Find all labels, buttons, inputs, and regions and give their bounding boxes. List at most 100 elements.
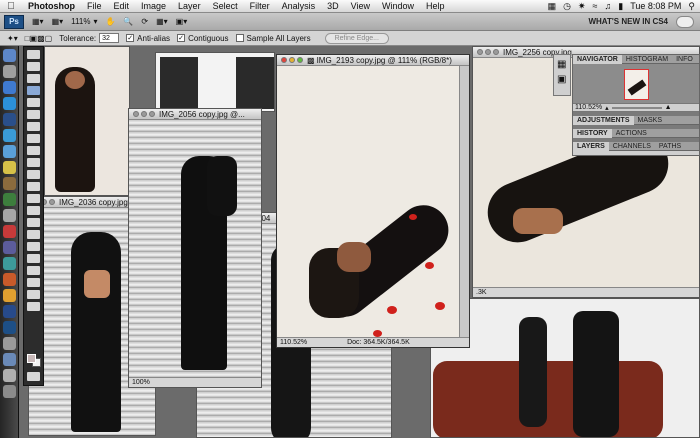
arrange-documents-icon[interactable]: ▦▾: [156, 17, 168, 26]
vertical-scrollbar[interactable]: [459, 66, 469, 337]
app-icon-gray[interactable]: [3, 337, 16, 350]
menu-window[interactable]: Window: [376, 1, 420, 11]
zoom-tool-icon[interactable]: 🔍: [123, 17, 133, 26]
menu-filter[interactable]: Filter: [244, 1, 276, 11]
zoom-out-icon[interactable]: ▴: [605, 104, 609, 112]
spotlight-icon[interactable]: ⚲: [688, 1, 695, 12]
type-tool-icon[interactable]: [27, 230, 40, 239]
notes-icon[interactable]: ▣: [557, 74, 567, 85]
mail-icon[interactable]: [3, 81, 16, 94]
dodge-tool-icon[interactable]: [27, 206, 40, 215]
ical-icon[interactable]: [3, 113, 16, 126]
app-icon-teal[interactable]: [3, 257, 16, 270]
move-tool-icon[interactable]: [27, 50, 40, 59]
system-preferences-icon[interactable]: [3, 209, 16, 222]
trash-icon[interactable]: [3, 385, 16, 398]
bluetooth-icon[interactable]: ✷: [578, 1, 586, 12]
wifi-icon[interactable]: ≈: [593, 1, 598, 11]
document-window-couple-thumbs[interactable]: [155, 52, 275, 112]
app-icon-blue[interactable]: [3, 353, 16, 366]
history-brush-tool-icon[interactable]: [27, 158, 40, 167]
clone-stamp-tool-icon[interactable]: [27, 146, 40, 155]
app-icon-green[interactable]: [3, 193, 16, 206]
navigator-view-box[interactable]: [624, 69, 649, 100]
tab-channels[interactable]: CHANNELS: [609, 142, 655, 151]
navigator-zoom-value[interactable]: 110.52%: [575, 104, 602, 111]
finder-icon[interactable]: [3, 49, 16, 62]
marquee-tool-icon[interactable]: [27, 62, 40, 71]
navigator-preview[interactable]: [573, 64, 699, 104]
zoom-readout[interactable]: 110.52%: [280, 339, 307, 346]
eyedropper-tool-icon[interactable]: [27, 110, 40, 119]
menu-app-photoshop[interactable]: Photoshop: [22, 1, 81, 11]
hand-tool-icon[interactable]: [27, 290, 40, 299]
document-window-background-top-left[interactable]: [44, 46, 130, 196]
spaces-icon[interactable]: ▦: [548, 1, 557, 12]
zoom-level-select[interactable]: 111% ▾: [71, 17, 97, 26]
window-titlebar[interactable]: ▩ IMG_2193 copy.jpg @ 111% (RGB/8*): [277, 55, 469, 66]
pen-tool-icon[interactable]: [27, 218, 40, 227]
zoom-readout[interactable]: 100%: [132, 379, 150, 386]
document-window-img-2056[interactable]: IMG_2056 copy.jpg @... 100%: [128, 108, 262, 388]
vlc-icon[interactable]: [3, 289, 16, 302]
tab-history[interactable]: HISTORY: [573, 128, 612, 138]
photoshop-dock-icon[interactable]: [3, 321, 16, 334]
menu-layer[interactable]: Layer: [172, 1, 207, 11]
magic-wand-preset-icon[interactable]: ✦▾: [7, 34, 18, 43]
menu-help[interactable]: Help: [420, 1, 451, 11]
volume-icon[interactable]: ♫: [605, 1, 612, 11]
tolerance-input[interactable]: 32: [99, 33, 120, 43]
app-icon-red[interactable]: [3, 225, 16, 238]
document-window-couple-sofa[interactable]: [430, 298, 700, 438]
app-icon-brown[interactable]: [3, 177, 16, 190]
refine-edge-button[interactable]: Refine Edge...: [324, 32, 389, 44]
rotate-view-icon[interactable]: ⟳: [141, 17, 148, 26]
menu-3d[interactable]: 3D: [321, 1, 345, 11]
crop-tool-icon[interactable]: [27, 98, 40, 107]
view-extras-icon[interactable]: ▦▾: [52, 17, 64, 26]
minimize-icon[interactable]: [289, 57, 295, 63]
time-machine-icon[interactable]: ◷: [563, 1, 571, 12]
menu-edit[interactable]: Edit: [108, 1, 136, 11]
gradient-tool-icon[interactable]: [27, 182, 40, 191]
app-icon-silver[interactable]: [3, 369, 16, 382]
tab-info[interactable]: INFO: [672, 55, 697, 64]
zoom-in-icon[interactable]: ▲: [665, 104, 672, 111]
app-icon-navy[interactable]: [3, 305, 16, 318]
menu-file[interactable]: File: [81, 1, 108, 11]
minimize-icon[interactable]: [485, 49, 491, 55]
battery-icon[interactable]: ▮: [618, 1, 623, 12]
menu-image[interactable]: Image: [135, 1, 172, 11]
safari-icon[interactable]: [3, 97, 16, 110]
3d-rotate-tool-icon[interactable]: [27, 266, 40, 275]
magic-wand-tool-icon[interactable]: [27, 86, 40, 95]
search-field[interactable]: [676, 15, 694, 28]
healing-brush-tool-icon[interactable]: [27, 122, 40, 131]
foreground-color-swatch[interactable]: [27, 354, 36, 363]
screen-mode-icon[interactable]: ▣▾: [176, 17, 188, 26]
document-window-img-2193[interactable]: ▩ IMG_2193 copy.jpg @ 111% (RGB/8*) 110.…: [276, 54, 470, 348]
zoom-icon[interactable]: [149, 111, 155, 117]
contiguous-checkbox[interactable]: ✓: [177, 34, 186, 42]
zoom-tool-icon[interactable]: [27, 302, 40, 311]
zoom-icon[interactable]: [493, 49, 499, 55]
zoom-icon[interactable]: [297, 57, 303, 63]
anti-alias-toggle[interactable]: ✓ Anti-alias: [126, 34, 170, 43]
menubar-clock[interactable]: Tue 8:08 PM: [630, 1, 681, 11]
sample-all-layers-checkbox[interactable]: [235, 34, 244, 42]
tab-navigator[interactable]: NAVIGATOR: [573, 54, 622, 64]
firefox-icon[interactable]: [3, 273, 16, 286]
itunes-icon[interactable]: [3, 129, 16, 142]
minimize-icon[interactable]: [141, 111, 147, 117]
tab-actions[interactable]: ACTIONS: [612, 129, 651, 138]
anti-alias-checkbox[interactable]: ✓: [126, 34, 135, 42]
tab-masks[interactable]: MASKS: [634, 116, 667, 125]
tab-paths[interactable]: PATHS: [655, 142, 685, 151]
blur-tool-icon[interactable]: [27, 194, 40, 203]
zoom-icon[interactable]: [49, 199, 55, 205]
app-icon-purple[interactable]: [3, 241, 16, 254]
window-titlebar[interactable]: IMG_2056 copy.jpg @...: [129, 109, 261, 120]
close-icon[interactable]: [133, 111, 139, 117]
lasso-tool-icon[interactable]: [27, 74, 40, 83]
workspace-whats-new[interactable]: WHAT'S NEW IN CS4: [580, 17, 676, 26]
